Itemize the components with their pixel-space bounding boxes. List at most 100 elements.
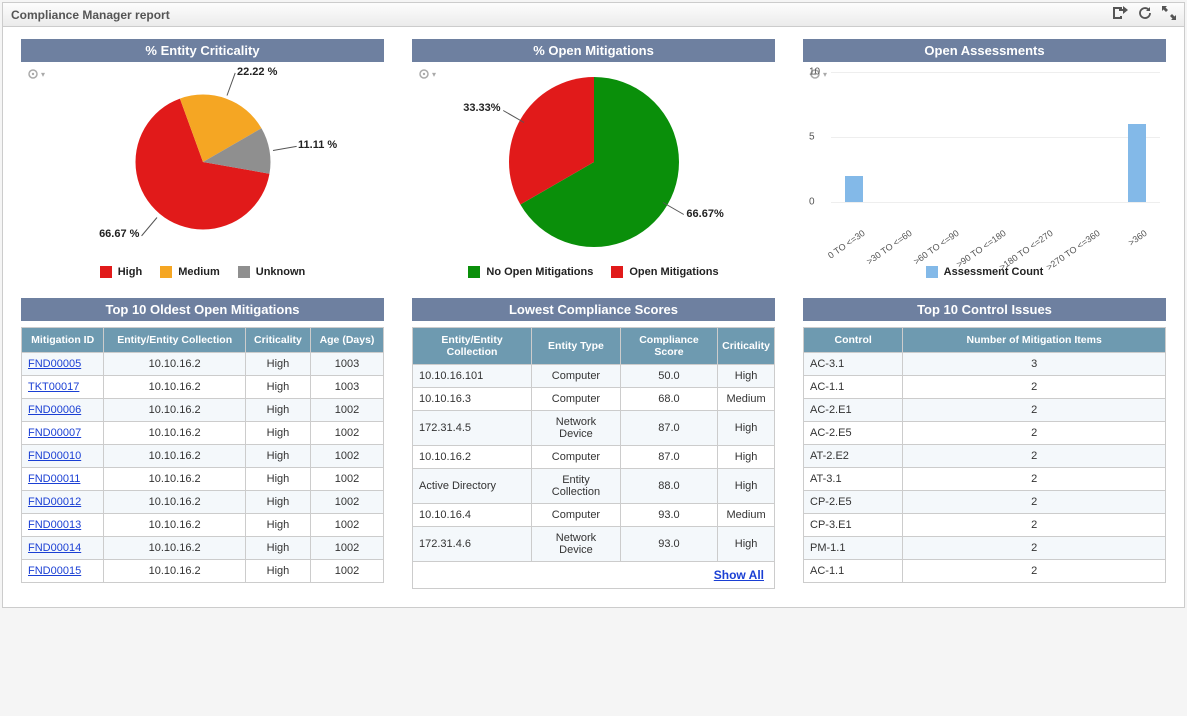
table-row[interactable]: AC-3.13 [804,353,1166,376]
show-all-row: Show All [412,562,775,589]
panel-header: % Open Mitigations [412,39,775,62]
table-row[interactable]: FND0001210.10.16.2High1002 [22,491,384,514]
cell: Entity Collection [532,469,621,504]
chart-options-icon[interactable]: ▾ [27,68,45,80]
mitigation-link[interactable]: TKT00017 [28,381,79,393]
mitigation-link[interactable]: FND00006 [28,404,81,416]
legend-label: No Open Mitigations [486,266,593,278]
report-window: Compliance Manager report % Entity Criti… [2,2,1185,608]
cell: 1003 [310,376,383,399]
cell: 1003 [310,353,383,376]
table-row[interactable]: CP-3.E12 [804,514,1166,537]
column-header[interactable]: Criticality [245,328,310,353]
chart-legend: High Medium Unknown [21,266,384,278]
mitigation-link[interactable]: FND00007 [28,427,81,439]
cell: 2 [903,491,1166,514]
chart-options-icon[interactable]: ▾ [418,68,436,80]
table-row[interactable]: FND0000710.10.16.2High1002 [22,422,384,445]
column-header[interactable]: Age (Days) [310,328,383,353]
legend-item[interactable]: Medium [160,266,220,278]
column-header[interactable]: Entity/Entity Collection [104,328,246,353]
cell: 93.0 [620,504,717,527]
legend-swatch [100,266,112,278]
cell: 1002 [310,514,383,537]
column-header[interactable]: Mitigation ID [22,328,104,353]
titlebar: Compliance Manager report [3,3,1184,27]
cell: High [245,514,310,537]
table-row[interactable]: AC-2.E12 [804,399,1166,422]
table-row[interactable]: FND0000610.10.16.2High1002 [22,399,384,422]
bar[interactable] [1128,124,1146,202]
cell: Computer [532,365,621,388]
pie-slice-label: 66.67 % [99,228,139,240]
cell: AT-3.1 [804,468,903,491]
expand-icon[interactable] [1162,6,1176,23]
table-row[interactable]: Active DirectoryEntity Collection88.0Hig… [413,469,775,504]
legend-swatch [611,266,623,278]
table-row[interactable]: 10.10.16.2Computer87.0High [413,446,775,469]
table-row[interactable]: AC-1.12 [804,376,1166,399]
cell: 1002 [310,560,383,583]
cell: 93.0 [620,527,717,562]
column-header[interactable]: Control [804,328,903,353]
column-header[interactable]: Criticality [718,328,775,365]
legend-item[interactable]: Open Mitigations [611,266,718,278]
legend-item[interactable]: Unknown [238,266,306,278]
cell: AC-1.1 [804,376,903,399]
bar[interactable] [845,176,863,202]
mitigation-link[interactable]: FND00005 [28,358,81,370]
cell: High [718,469,775,504]
y-tick-label: 10 [809,67,820,78]
cell: CP-2.E5 [804,491,903,514]
legend-label: Open Mitigations [629,266,718,278]
legend-item[interactable]: High [100,266,142,278]
table-row[interactable]: 172.31.4.6Network Device93.0High [413,527,775,562]
table-row[interactable]: 172.31.4.5Network Device87.0High [413,411,775,446]
cell: High [245,560,310,583]
mitigation-link[interactable]: FND00011 [28,473,80,485]
table-row[interactable]: CP-2.E52 [804,491,1166,514]
pie-entity-criticality: ▾ 66.67 %22.22 %11.11 % [21,62,384,262]
cell: 2 [903,445,1166,468]
cell: High [245,537,310,560]
table-row[interactable]: AT-2.E22 [804,445,1166,468]
column-header[interactable]: Number of Mitigation Items [903,328,1166,353]
export-icon[interactable] [1112,6,1128,23]
table-row[interactable]: AC-2.E52 [804,422,1166,445]
table-row[interactable]: FND0001410.10.16.2High1002 [22,537,384,560]
table-row[interactable]: FND0001110.10.16.2High1002 [22,468,384,491]
cell: 87.0 [620,411,717,446]
table-row[interactable]: FND0000510.10.16.2High1003 [22,353,384,376]
cell: Network Device [532,527,621,562]
mitigation-link[interactable]: FND00015 [28,565,81,577]
pie-slice-label: 66.67% [686,208,723,220]
mitigation-link[interactable]: FND00012 [28,496,81,508]
refresh-icon[interactable] [1138,6,1152,23]
show-all-link[interactable]: Show All [714,568,764,582]
table-row[interactable]: TKT0001710.10.16.2High1003 [22,376,384,399]
mitigation-link[interactable]: FND00010 [28,450,81,462]
table-row[interactable]: FND0001010.10.16.2High1002 [22,445,384,468]
table-row[interactable]: FND00015 10.10.16.2High1002 [22,560,384,583]
cell: High [245,376,310,399]
table-row[interactable]: 10.10.16.3Computer68.0Medium [413,388,775,411]
cell: 10.10.16.2 [104,560,246,583]
table-row[interactable]: AC-1.12 [804,560,1166,583]
pie-slice-label: 11.11 % [298,139,337,151]
mitigation-link[interactable]: FND00014 [28,542,81,554]
legend-item[interactable]: No Open Mitigations [468,266,593,278]
lowest-compliance-table: Entity/Entity CollectionEntity TypeCompl… [412,327,775,562]
column-header[interactable]: Entity Type [532,328,621,365]
table-row[interactable]: 10.10.16.4Computer93.0Medium [413,504,775,527]
legend-swatch [926,266,938,278]
column-header[interactable]: Compliance Score [620,328,717,365]
cell: 10.10.16.2 [104,537,246,560]
table-row[interactable]: PM-1.12 [804,537,1166,560]
column-header[interactable]: Entity/Entity Collection [413,328,532,365]
cell: Medium [718,388,775,411]
cell: 2 [903,468,1166,491]
table-row[interactable]: 10.10.16.101Computer50.0High [413,365,775,388]
table-row[interactable]: FND0001310.10.16.2High1002 [22,514,384,537]
table-row[interactable]: AT-3.12 [804,468,1166,491]
mitigation-link[interactable]: FND00013 [28,519,81,531]
